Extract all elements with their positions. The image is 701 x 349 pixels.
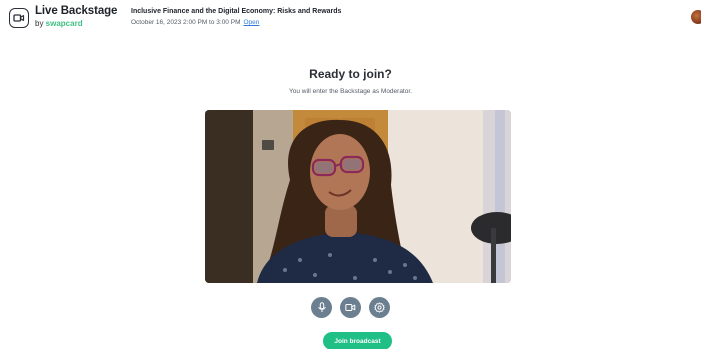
page-title: Ready to join?: [309, 67, 392, 81]
settings-button[interactable]: [369, 297, 390, 318]
video-camera-icon: [9, 8, 29, 28]
event-info: Inclusive Finance and the Digital Econom…: [131, 8, 341, 27]
camera-preview: [205, 110, 511, 283]
event-status-link[interactable]: Open: [243, 19, 259, 26]
join-broadcast-button[interactable]: Join broadcast: [323, 332, 392, 349]
camera-button[interactable]: [340, 297, 361, 318]
brand-logo[interactable]: Live Backstage by swapcard: [9, 5, 118, 28]
event-time: October 16, 2023 2:00 PM to 3:00 PM: [131, 19, 241, 26]
microphone-button[interactable]: [311, 297, 332, 318]
backstage-page: Live Backstage by swapcard Inclusive Fin…: [0, 0, 701, 349]
brand-title: Live Backstage: [35, 5, 118, 17]
event-title: Inclusive Finance and the Digital Econom…: [131, 8, 342, 15]
video-camera-icon: [345, 304, 356, 311]
microphone-icon: [317, 302, 326, 312]
gear-icon: [374, 302, 385, 313]
event-schedule: October 16, 2023 2:00 PM to 3:00 PM Open: [131, 19, 341, 27]
media-controls: [0, 297, 701, 318]
brand-byline: by swapcard: [35, 18, 117, 28]
role-description: You will enter the Backstage as Moderato…: [289, 88, 412, 95]
swapcard-logo: swapcard: [45, 18, 83, 28]
user-avatar[interactable]: [691, 10, 701, 24]
brand-by-label: by: [35, 18, 46, 28]
brand-text: Live Backstage by swapcard: [35, 5, 118, 28]
